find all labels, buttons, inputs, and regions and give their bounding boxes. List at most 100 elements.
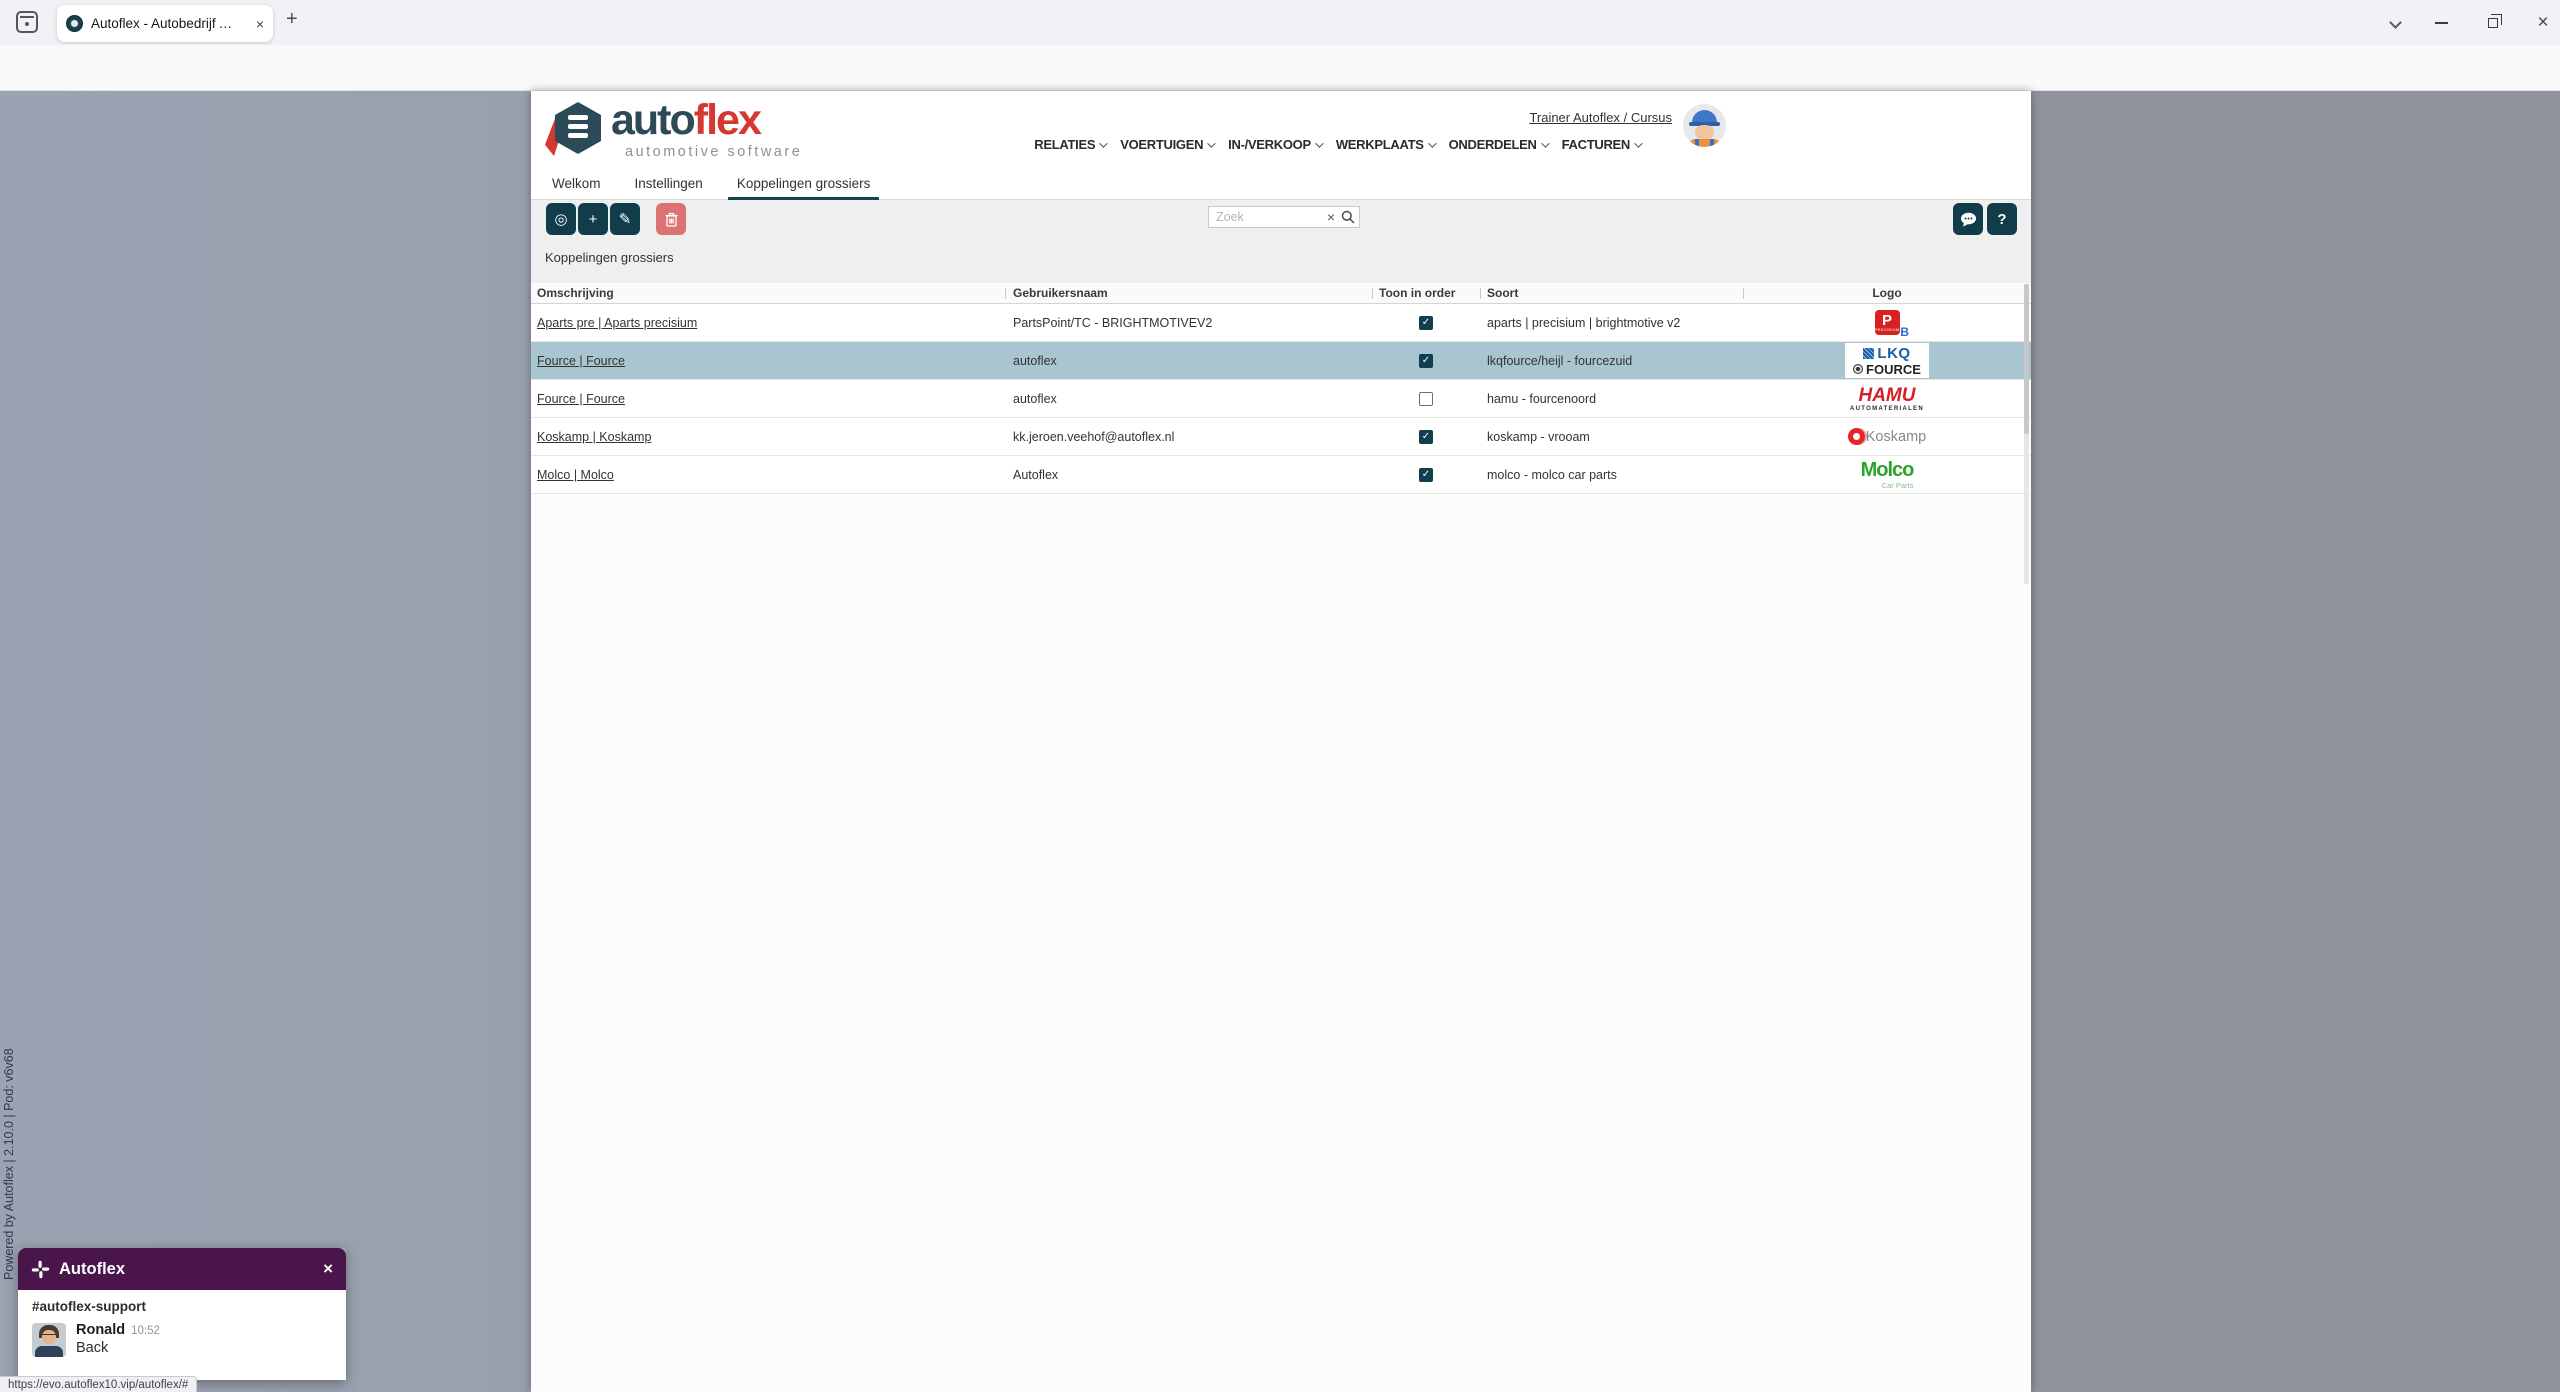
- grossier-link[interactable]: Aparts pre | Aparts precisium: [537, 316, 697, 330]
- edit-button[interactable]: ✎: [610, 203, 640, 235]
- new-tab-button[interactable]: +: [286, 8, 298, 31]
- soort-value: hamu - fourcenoord: [1480, 380, 1743, 418]
- tab-welkom[interactable]: Welkom: [552, 167, 601, 200]
- app-tab-strip: Welkom Instellingen Koppelingen grossier…: [531, 167, 2031, 200]
- col-header-omschrijving[interactable]: Omschrijving: [531, 283, 1005, 304]
- browser-url-bar: ← → ⇄o https://evo.autoflex10.vip/autofl…: [0, 45, 2560, 91]
- molco-logo: MolcoCar Parts: [1853, 457, 1922, 492]
- col-header-soort[interactable]: Soort: [1480, 283, 1743, 304]
- window-restore-button[interactable]: [2478, 0, 2508, 45]
- lkq-logo: LKQFOURCE: [1845, 343, 1929, 378]
- tab-instellingen[interactable]: Instellingen: [635, 167, 703, 200]
- table-header-row: Omschrijving Gebruikersnaam Toon in orde…: [531, 283, 2031, 304]
- chat-message: Back: [76, 1340, 108, 1356]
- help-button[interactable]: ?: [1987, 203, 2017, 235]
- status-link-tooltip: https://evo.autoflex10.vip/autoflex/#: [0, 1376, 197, 1392]
- hamu-logo: HAMUAUTOMATERIALEN: [1842, 381, 1932, 416]
- tab-close-icon[interactable]: ×: [256, 16, 264, 32]
- autoflex-logo: autoflex: [611, 97, 760, 143]
- toon-in-order-checkbox[interactable]: ✓: [1419, 354, 1433, 368]
- table-row[interactable]: Molco | Molco Autoflex ✓ molco - molco c…: [531, 456, 2031, 494]
- slack-icon: [31, 1260, 50, 1279]
- app-header: autoflex automotive software RELATIES VO…: [531, 91, 2031, 167]
- soort-value: lkqfource/heijl - fourcezuid: [1480, 342, 1743, 380]
- lkq-mark-icon: [1863, 348, 1874, 359]
- chat-button[interactable]: [1953, 203, 1983, 235]
- koskamp-ring-icon: [1848, 428, 1865, 445]
- gebruikersnaam-value: PartsPoint/TC - BRIGHTMOTIVEV2: [1005, 304, 1372, 342]
- user-avatar[interactable]: [1683, 104, 1726, 147]
- chat-app-title: Autoflex: [59, 1260, 125, 1279]
- search-box[interactable]: ×: [1208, 206, 1360, 228]
- col-header-gebruikersnaam[interactable]: Gebruikersnaam: [1005, 283, 1372, 304]
- nav-item-onderdelen[interactable]: ONDERDELEN: [1449, 137, 1547, 152]
- powered-by-text: Powered by Autoflex | 2.10.0 | Pod: v6v6…: [2, 962, 16, 1280]
- main-navigation: RELATIES VOERTUIGEN IN-/VERKOOP WERKPLAA…: [1034, 137, 1640, 152]
- add-button[interactable]: +: [578, 203, 608, 235]
- app-content: autoflex automotive software RELATIES VO…: [531, 91, 2031, 1392]
- grossier-link[interactable]: Fource | Fource: [537, 354, 625, 368]
- clear-search-icon[interactable]: ×: [1327, 209, 1335, 225]
- delete-button[interactable]: [656, 203, 686, 235]
- window-close-button[interactable]: ×: [2528, 0, 2558, 45]
- tab-koppelingen-grossiers[interactable]: Koppelingen grossiers: [737, 167, 871, 200]
- user-account-link[interactable]: Trainer Autoflex / Cursus: [1529, 110, 1672, 125]
- gebruikersnaam-value: autoflex: [1005, 342, 1372, 380]
- toon-in-order-checkbox[interactable]: ✓: [1419, 430, 1433, 444]
- table-row[interactable]: Fource | Fource autoflex hamu - fourceno…: [531, 380, 2031, 418]
- tab-title: Autoflex - Autobedrijf Autoflex: [91, 16, 239, 31]
- search-input[interactable]: [1216, 210, 1308, 224]
- pencil-icon: ✎: [619, 210, 632, 228]
- chat-channel: #autoflex-support: [32, 1299, 332, 1314]
- col-header-logo[interactable]: Logo: [1743, 283, 2031, 304]
- col-header-toon-in-order[interactable]: Toon in order: [1372, 283, 1480, 304]
- toon-in-order-checkbox[interactable]: ✓: [1419, 316, 1433, 330]
- eye-icon: ◎: [554, 210, 567, 228]
- page-background: autoflex automotive software RELATIES VO…: [0, 91, 2560, 1392]
- page-title: Koppelingen grossiers: [545, 250, 674, 265]
- table-scrollbar[interactable]: [2024, 284, 2029, 584]
- browser-tab[interactable]: Autoflex - Autobedrijf Autoflex ×: [57, 5, 273, 42]
- tab-favicon-icon: [66, 15, 83, 32]
- nav-item-voertuigen[interactable]: VOERTUIGEN: [1120, 137, 1213, 152]
- nav-item-in-verkoop[interactable]: IN-/VERKOOP: [1228, 137, 1321, 152]
- brightmotive-icon: B: [1900, 325, 1909, 339]
- tab-list-chevron-icon[interactable]: [2380, 0, 2410, 45]
- toolbar-panel: ◎ + ✎ ×: [531, 200, 2031, 283]
- table-row[interactable]: Aparts pre | Aparts precisium PartsPoint…: [531, 304, 2031, 342]
- table-row[interactable]: Fource | Fource autoflex ✓ lkqfource/hei…: [531, 342, 2031, 380]
- toon-in-order-checkbox[interactable]: [1419, 392, 1433, 406]
- trash-icon: [665, 212, 678, 227]
- grossier-link[interactable]: Molco | Molco: [537, 468, 614, 482]
- nav-item-relaties[interactable]: RELATIES: [1034, 137, 1105, 152]
- chevron-down-icon: [1634, 139, 1642, 147]
- chat-widget-body[interactable]: #autoflex-support Ronald10:52 Back: [18, 1290, 346, 1380]
- chat-close-icon[interactable]: ×: [323, 1259, 333, 1279]
- question-icon: ?: [1997, 211, 2006, 228]
- search-icon[interactable]: [1341, 210, 1355, 224]
- logo-tagline: automotive software: [625, 144, 802, 160]
- precisium-logo: PPRECISIUMB: [1863, 305, 1911, 340]
- nav-item-facturen[interactable]: FACTUREN: [1562, 137, 1640, 152]
- browser-tab-bar: Autoflex - Autobedrijf Autoflex × + ×: [0, 0, 2560, 45]
- gebruikersnaam-value: Autoflex: [1005, 456, 1372, 494]
- gebruikersnaam-value: kk.jeroen.veehof@autoflex.nl: [1005, 418, 1372, 456]
- gebruikersnaam-value: autoflex: [1005, 380, 1372, 418]
- grossier-link[interactable]: Koskamp | Koskamp: [537, 430, 651, 444]
- grossier-link[interactable]: Fource | Fource: [537, 392, 625, 406]
- toon-in-order-checkbox[interactable]: ✓: [1419, 468, 1433, 482]
- chevron-down-icon: [1428, 139, 1436, 147]
- koskamp-logo: Koskamp: [1840, 419, 1934, 454]
- firefox-view-icon[interactable]: [16, 11, 38, 33]
- table-row[interactable]: Koskamp | Koskamp kk.jeroen.veehof@autof…: [531, 418, 2031, 456]
- chevron-down-icon: [1541, 139, 1549, 147]
- chevron-down-icon: [1099, 139, 1107, 147]
- chat-widget-header: Autoflex ×: [18, 1248, 346, 1290]
- soort-value: koskamp - vrooam: [1480, 418, 1743, 456]
- plus-icon: +: [589, 211, 598, 228]
- window-minimize-button[interactable]: [2426, 0, 2456, 45]
- view-button[interactable]: ◎: [546, 203, 576, 235]
- chat-bubble-icon: [1960, 212, 1977, 227]
- autoflex-logo-icon: [547, 100, 607, 158]
- nav-item-werkplaats[interactable]: WERKPLAATS: [1336, 137, 1434, 152]
